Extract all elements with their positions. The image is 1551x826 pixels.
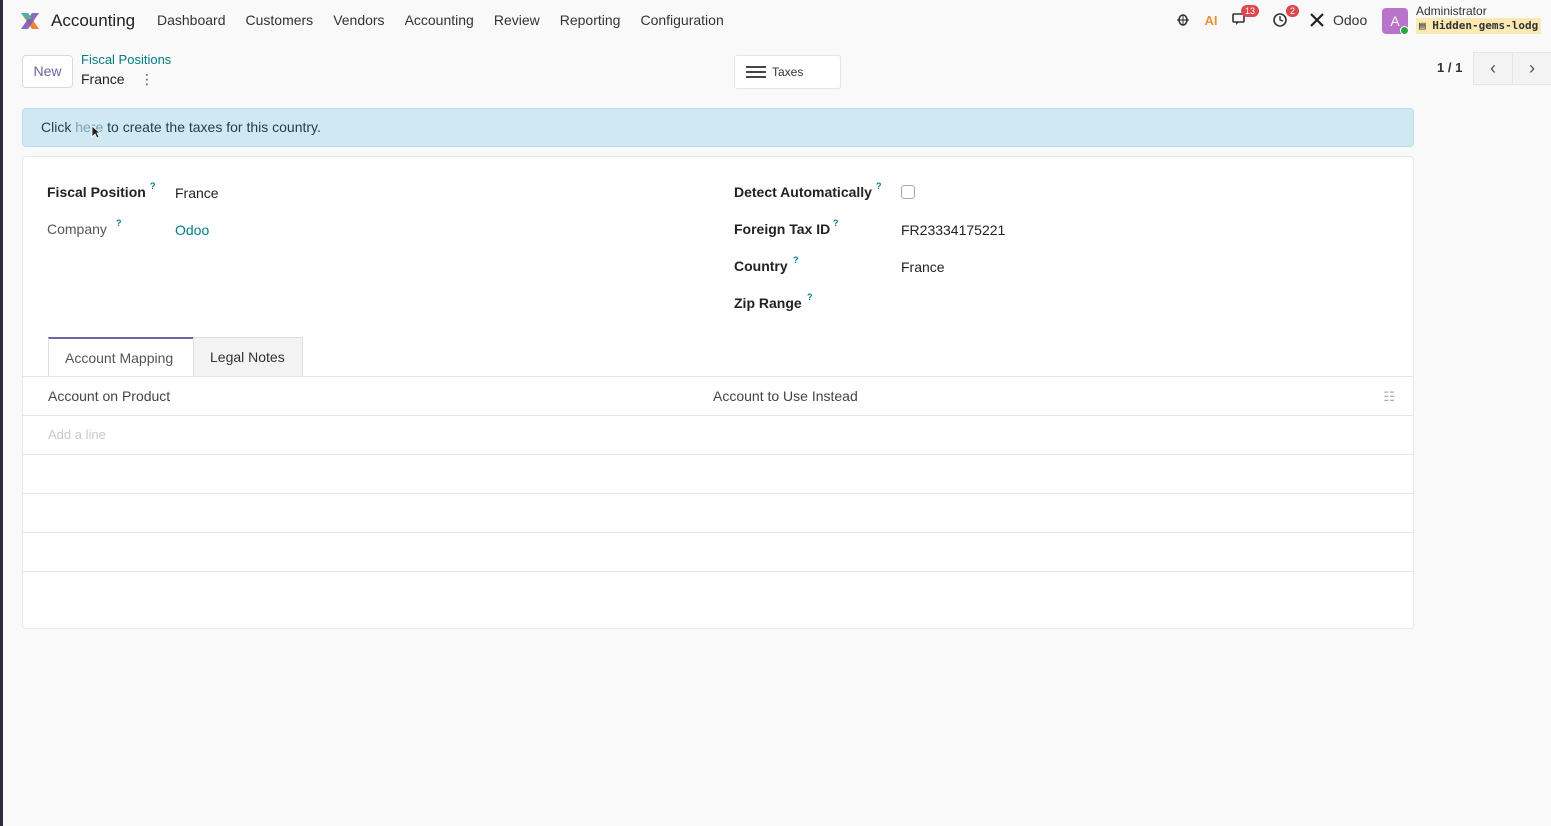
record-name: France [81,71,125,87]
list-row [23,494,1413,533]
bug-icon[interactable] [1174,12,1192,30]
list-row [23,533,1413,572]
help-icon[interactable]: ? [793,255,799,265]
top-navbar: Accounting Dashboard Customers Vendors A… [3,0,1551,42]
list-row [23,455,1413,494]
detect-automatically-label: Detect Automatically [734,184,872,200]
menu-item-configuration[interactable]: Configuration [640,12,723,28]
menu-item-reporting[interactable]: Reporting [560,12,621,28]
new-button[interactable]: New [22,55,73,88]
fiscal-position-field[interactable]: France [175,185,219,201]
help-icon[interactable]: ? [876,181,882,191]
pager-value[interactable]: 1 / 1 [1437,60,1462,75]
breadcrumb-fiscal-positions[interactable]: Fiscal Positions [81,52,171,67]
pager-previous-button[interactable]: ‹ [1473,52,1513,85]
user-name[interactable]: Administrator [1416,4,1487,18]
taxes-smart-button[interactable]: Taxes [734,55,841,89]
column-account-to-use-instead[interactable]: Account to Use Instead [713,388,858,404]
help-icon[interactable]: ? [150,181,156,191]
activities-clock-icon[interactable]: 2 [1271,5,1299,30]
foreign-tax-id-field[interactable]: FR23334175221 [901,222,1005,238]
country-label: Country [734,258,788,274]
online-status-dot [1400,26,1409,35]
zip-range-label: Zip Range [734,295,802,311]
detect-automatically-checkbox[interactable] [901,185,915,199]
fiscal-position-label: Fiscal Position [47,184,146,200]
actions-menu-icon[interactable]: ⋮ [140,71,154,88]
company-label: Company [47,221,107,237]
menu-item-review[interactable]: Review [494,12,540,28]
menu-item-vendors[interactable]: Vendors [333,12,384,28]
taxes-label: Taxes [772,65,804,79]
add-line-link[interactable]: Add a line [48,427,106,442]
form-sheet: Fiscal Position ? France Company ? Odoo … [22,156,1414,629]
menu-item-customers[interactable]: Customers [246,12,314,28]
company-field[interactable]: Odoo [175,222,209,238]
messages-icon[interactable]: 13 [1231,5,1259,30]
database-icon: ▤ [1419,19,1426,32]
ai-icon[interactable]: AI [1202,12,1220,30]
column-account-on-product[interactable]: Account on Product [48,388,170,404]
tools-icon[interactable] [1308,12,1326,30]
help-icon[interactable]: ? [833,218,839,228]
app-name[interactable]: Accounting [51,11,135,31]
help-icon[interactable]: ? [116,218,122,228]
messages-badge: 13 [1240,5,1259,17]
foreign-tax-id-label: Foreign Tax ID [734,221,831,237]
database-name: ▤ Hidden-gems-lodg [1416,18,1542,34]
list-header: Account on Product Account to Use Instea… [23,377,1413,416]
activities-badge: 2 [1285,5,1299,17]
main-menu: Dashboard Customers Vendors Accounting R… [157,12,744,28]
list-row: Add a line [23,416,1413,455]
country-field[interactable]: France [901,259,945,275]
info-alert: Click here to create the taxes for this … [22,108,1414,147]
accounting-app-icon[interactable] [18,9,42,33]
tab-legal-notes[interactable]: Legal Notes [193,337,303,377]
pager-next-button[interactable]: › [1512,52,1551,85]
help-icon[interactable]: ? [807,292,813,302]
mouse-cursor-icon [91,125,101,139]
list-icon [746,66,766,78]
optional-columns-icon[interactable]: ☷ [1383,389,1395,405]
tab-account-mapping[interactable]: Account Mapping [48,337,194,377]
company-switcher[interactable]: Odoo [1333,12,1367,28]
menu-item-accounting[interactable]: Accounting [405,12,474,28]
menu-item-dashboard[interactable]: Dashboard [157,12,226,28]
